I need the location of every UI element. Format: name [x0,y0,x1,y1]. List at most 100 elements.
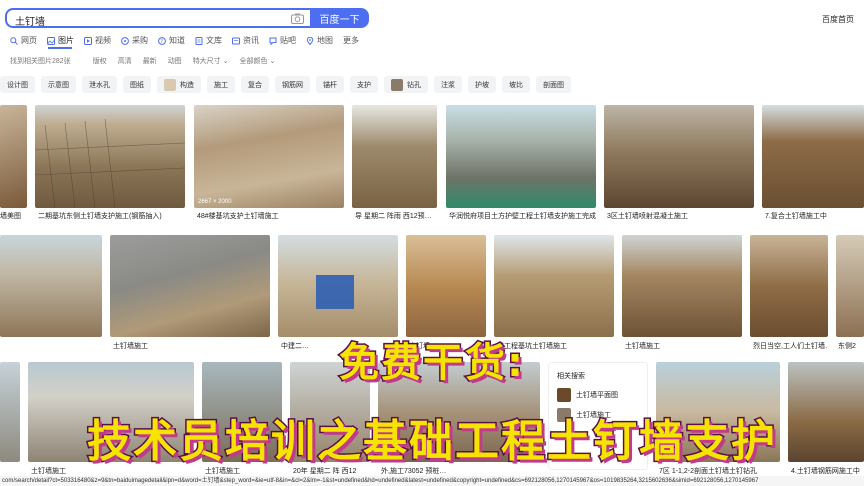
tab-images[interactable]: 图片 [47,35,74,46]
filter-bar: 找到相关图片282张 版权 高清 最新 动图 特大尺寸 ⌄ 全部颜色 ⌄ [10,56,286,66]
filter-copyright[interactable]: 版权 [93,56,107,66]
chip[interactable]: 注浆 [434,76,462,93]
tab-zhidao[interactable]: ? 知道 [158,35,185,46]
result-image[interactable] [604,105,754,208]
video-icon [84,36,92,45]
cart-icon [121,36,129,45]
chip-label: 坡比 [509,81,523,89]
chip-label: 护坡 [475,81,489,89]
result-image[interactable] [494,235,614,337]
result-image[interactable] [836,235,864,337]
active-tab-indicator [48,47,72,49]
tab-label: 资讯 [243,36,259,45]
result-image[interactable] [762,105,864,208]
related-tag-chips: 设计图 示意图 泄水孔 图纸 构造 施工 复合 钢筋网 锚杆 支护 钻孔 注浆 … [0,76,577,93]
tab-web[interactable]: 网页 [10,35,37,46]
map-icon [306,36,314,45]
tab-label: 文库 [206,36,222,45]
chip[interactable]: 坡比 [502,76,530,93]
tieba-icon [269,37,277,45]
tab-label: 更多 [343,36,359,45]
chip[interactable]: 泄水孔 [82,76,117,93]
related-search-item[interactable]: 土钉墙平面图 [557,388,618,402]
image-caption[interactable]: 7.复合土钉墙施工中 [765,211,864,221]
filter-size-dropdown[interactable]: 特大尺寸 ⌄ [193,56,229,66]
chip[interactable]: 剖面图 [536,76,571,93]
tab-label: 贴吧 [280,36,296,45]
result-image[interactable] [352,105,437,208]
result-image[interactable] [35,105,185,208]
overlay-title-line2: 技术员培训之基础工程土钉墙支护 [86,415,777,469]
image-caption[interactable]: 二期基坑东侧土钉墙支护施工(钢筋抽入) [38,211,185,221]
tab-more[interactable]: 更多 [343,35,359,46]
result-image[interactable] [0,105,27,208]
tab-purchase[interactable]: 采购 [121,35,148,46]
result-image[interactable] [110,235,270,337]
image-caption[interactable]: 48#楼基坑支护土钉墙施工 [197,211,344,221]
image-caption[interactable]: 3区土钉墙喷射混凝土施工 [607,211,754,221]
tab-tieba[interactable]: 贴吧 [269,35,296,46]
result-image[interactable] [750,235,828,337]
chip[interactable]: 支护 [350,76,378,93]
result-image[interactable] [278,235,398,337]
tab-map[interactable]: 地图 [306,35,333,46]
result-image[interactable] [446,105,596,208]
tab-wenku[interactable]: 文库 [195,35,222,46]
chip-label: 锚杆 [323,81,337,89]
image-caption[interactable]: 导 星期二 阵雨 西12预… [355,211,437,221]
chip-thumbnail [391,78,403,91]
image-caption[interactable]: 墙美图 [0,211,27,221]
search-input[interactable]: 土钉墙 [5,8,310,28]
filter-animated[interactable]: 动图 [168,56,182,66]
tab-news[interactable]: 资讯 [232,35,259,46]
chip[interactable]: 护坡 [468,76,496,93]
overlay-title-line1: 免费干货: [338,339,525,388]
chip-label: 钢筋网 [282,81,303,89]
chip-label: 泄水孔 [89,81,110,89]
chip[interactable]: 钢筋网 [275,76,310,93]
image-icon [47,36,55,45]
chip[interactable]: 设计图 [0,76,35,93]
image-info-board [316,275,354,309]
tab-label: 地图 [317,36,333,45]
image-size-label: 2667 × 2000 [198,199,232,205]
chip[interactable]: 复合 [241,76,269,93]
camera-icon[interactable] [291,13,304,24]
image-caption[interactable]: 华润悦府项目土方护壁工程土钉墙支护施工完成 [449,211,596,221]
tab-label: 视频 [95,36,111,45]
question-icon: ? [158,36,166,45]
filter-color-dropdown[interactable]: 全部颜色 ⌄ [240,56,276,66]
filter-latest[interactable]: 最新 [143,56,157,66]
nav-tabs: 网页 图片 视频 采购 ? 知道 文库 资讯 贴吧 地图 更多 [10,35,369,46]
tab-video[interactable]: 视频 [84,35,111,46]
image-mesh-overlay [35,118,185,208]
chip[interactable]: 构造 [157,76,201,93]
chip[interactable]: 锚杆 [316,76,344,93]
result-image[interactable]: 2667 × 2000 [194,105,344,208]
chip[interactable]: 钻孔 [384,76,428,93]
result-image[interactable] [406,235,486,337]
tab-label: 图片 [58,36,74,45]
chip-thumbnail [164,78,176,91]
svg-text:?: ? [160,39,163,45]
home-link[interactable]: 百度首页 [822,14,854,25]
status-bar-url: com/search/detail?ct=503316480&z=9&tn=ba… [0,476,864,486]
tab-label: 知道 [169,36,185,45]
chip-label: 施工 [214,81,228,89]
chip[interactable]: 施工 [207,76,235,93]
chip-label: 剖面图 [543,81,564,89]
chip-label: 构造 [180,81,194,89]
chip-label: 支护 [357,81,371,89]
search-query[interactable]: 土钉墙 [15,13,45,28]
result-image[interactable] [0,235,102,337]
result-count: 找到相关图片282张 [10,58,71,65]
tab-label: 网页 [21,36,37,45]
chip-label: 钻孔 [407,81,421,89]
filter-hd[interactable]: 高清 [118,56,132,66]
result-image[interactable] [622,235,742,337]
chip[interactable]: 图纸 [123,76,151,93]
search-button[interactable]: 百度一下 [310,8,369,28]
chip-label: 设计图 [7,81,28,89]
search-icon [10,36,18,45]
chip[interactable]: 示意图 [41,76,76,93]
